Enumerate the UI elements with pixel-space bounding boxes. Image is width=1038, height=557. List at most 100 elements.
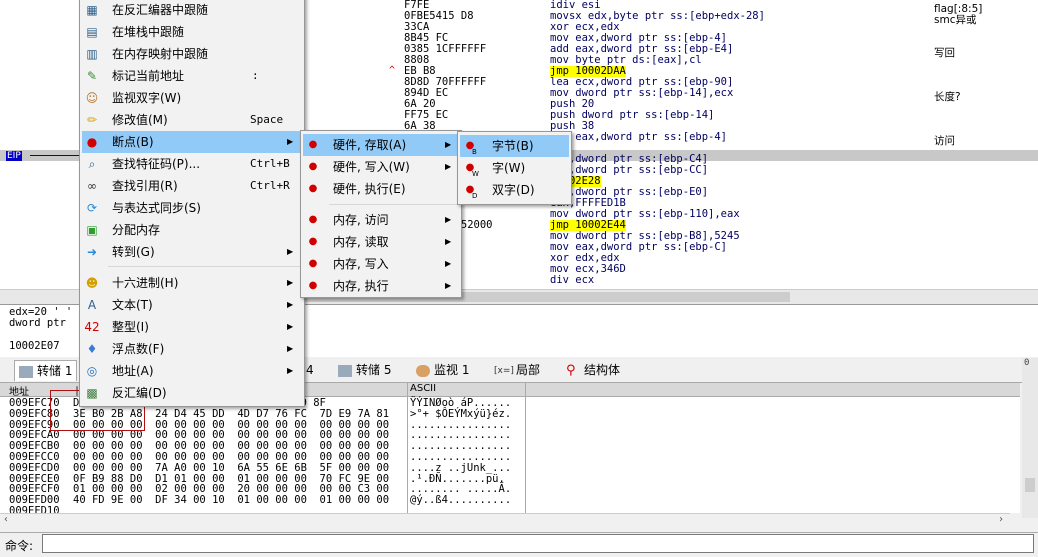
text-icon: A bbox=[87, 298, 97, 312]
submenu2-item-0[interactable]: ● B 字节(B) bbox=[460, 135, 569, 157]
dump-horizontal-scrollbar[interactable]: ‹ › bbox=[0, 513, 1010, 528]
breakpoint-size-icon: D bbox=[472, 192, 478, 200]
submenu-item-1[interactable]: ● 硬件, 写入(W) ▶ bbox=[303, 156, 459, 178]
tab-watch-1[interactable]: 监视 1 bbox=[412, 360, 473, 380]
menu-item-3[interactable]: ✎ 标记当前地址: bbox=[82, 65, 302, 87]
menu-item-11[interactable]: ➜ 转到(G) ▶ bbox=[82, 241, 302, 263]
submenu-item-label: 硬件, 存取(A) bbox=[333, 138, 407, 152]
menu-item-9[interactable]: ⟳ 与表达式同步(S) bbox=[82, 197, 302, 219]
alloc-icon: ▣ bbox=[86, 223, 98, 237]
comment-cell: smc异或 bbox=[934, 14, 977, 26]
menu-shortcut: : bbox=[252, 69, 259, 82]
instruction-line[interactable]: mov eax,dword ptr ss:[ebp-4] bbox=[550, 132, 727, 143]
tab-struct[interactable]: ⚲ 结构体 bbox=[562, 360, 624, 380]
submenu2-item-1[interactable]: ● W 字(W) bbox=[460, 157, 569, 179]
scroll-left-icon[interactable]: ‹ bbox=[3, 514, 9, 525]
eip-label: EIP bbox=[6, 151, 22, 161]
dump-icon bbox=[19, 365, 33, 378]
locals-icon: [x=] bbox=[494, 365, 514, 376]
breakpoint-icon: ● bbox=[308, 258, 318, 269]
menu-item-label: 反汇编(D) bbox=[112, 386, 167, 400]
menu-item-7[interactable]: ⌕ 查找特征码(P)... Ctrl+B bbox=[82, 153, 302, 175]
menu-item-6[interactable]: ● 断点(B) ▶ bbox=[82, 131, 302, 153]
hw-access-submenu: ● B 字节(B) ● W 字(W) ● D 双字(D) bbox=[457, 131, 572, 205]
menu-item-label: 查找特征码(P)... bbox=[112, 157, 201, 171]
scroll-right-icon[interactable]: › bbox=[998, 514, 1004, 525]
watch-icon: ☺ bbox=[85, 91, 99, 105]
hex-icon: ☻ bbox=[85, 276, 99, 290]
tab-dump-1[interactable]: 转储 1 bbox=[14, 360, 78, 381]
breakpoint-submenu: ● 硬件, 存取(A) ▶ ● 硬件, 写入(W) ▶ ● 硬件, 执行(E) ● 内存, 访问 ▶… bbox=[300, 130, 462, 298]
menu-item-label: 文本(T) bbox=[112, 298, 153, 312]
menu-shortcut: Ctrl+R bbox=[250, 179, 290, 192]
menu-item-label: 地址(A) bbox=[112, 364, 154, 378]
scroll-thumb[interactable] bbox=[1025, 478, 1035, 492]
menu-item-4[interactable]: ☺ 监视双字(W) bbox=[82, 87, 302, 109]
menu-shortcut: Space bbox=[250, 113, 284, 126]
menu-item-8[interactable]: ∞ 查找引用(R) Ctrl+R bbox=[82, 175, 302, 197]
tab-locals[interactable]: [x=] 局部 bbox=[490, 360, 544, 380]
menu-item-label: 浮点数(F) bbox=[112, 342, 165, 356]
submenu2-item-label: 字节(B) bbox=[492, 139, 534, 153]
command-input[interactable] bbox=[42, 534, 1034, 553]
scroll-up-icon[interactable]: 0 bbox=[1024, 358, 1029, 368]
menu-item-1[interactable]: ▤ 在堆栈中跟随 bbox=[82, 21, 302, 43]
menu-item-13[interactable]: A 文本(T) ▶ bbox=[82, 294, 302, 316]
address-icon: ◎ bbox=[86, 364, 98, 378]
integer-icon: 42 bbox=[84, 320, 100, 334]
menu-item-label: 在内存映射中跟随 bbox=[112, 47, 209, 61]
pencil-icon: ✏ bbox=[86, 113, 98, 127]
col-address: 地址 bbox=[9, 387, 29, 398]
disasm-follow-icon: ▦ bbox=[86, 3, 98, 17]
chevron-right-icon: ▶ bbox=[445, 237, 452, 246]
submenu-item-3[interactable]: ● 内存, 访问 ▶ bbox=[303, 209, 459, 231]
tab-label: 结构体 bbox=[584, 363, 621, 377]
menu-item-10[interactable]: ▣ 分配内存 bbox=[82, 219, 302, 241]
chevron-right-icon: ▶ bbox=[445, 215, 452, 224]
tab-dump-5[interactable]: 转储 5 bbox=[334, 360, 395, 380]
chevron-right-icon: ▶ bbox=[287, 247, 294, 256]
tab-label: 转储 5 bbox=[356, 363, 392, 377]
dump-hex[interactable]: 40 FD 9E 00 DF 34 00 10 01 00 00 00 01 0… bbox=[73, 495, 389, 506]
chevron-right-icon: ▶ bbox=[287, 344, 294, 353]
breakpoint-icon: ● bbox=[308, 183, 318, 194]
menu-item-label: 转到(G) bbox=[112, 245, 155, 259]
chevron-right-icon: ▶ bbox=[287, 278, 294, 287]
chevron-right-icon: ▶ bbox=[445, 259, 452, 268]
chevron-right-icon: ▶ bbox=[287, 322, 294, 331]
submenu-item-0[interactable]: ● 硬件, 存取(A) ▶ bbox=[303, 134, 459, 156]
float-icon: ♦ bbox=[86, 342, 98, 356]
menu-item-12[interactable]: ☻ 十六进制(H) ▶ bbox=[82, 272, 302, 294]
menu-shortcut: Ctrl+B bbox=[250, 157, 290, 170]
submenu2-item-label: 双字(D) bbox=[492, 183, 535, 197]
menu-item-0[interactable]: ▦ 在反汇编器中跟随 bbox=[82, 0, 302, 21]
menu-item-label: 标记当前地址 bbox=[112, 69, 185, 83]
struct-icon: ⚲ bbox=[566, 362, 576, 378]
submenu-item-4[interactable]: ● 内存, 读取 ▶ bbox=[303, 231, 459, 253]
menu-item-label: 十六进制(H) bbox=[112, 276, 179, 290]
breakpoint-icon: ● bbox=[308, 280, 318, 291]
submenu-item-label: 硬件, 执行(E) bbox=[333, 182, 406, 196]
submenu-item-6[interactable]: ● 内存, 执行 ▶ bbox=[303, 275, 459, 297]
menu-item-label: 查找引用(R) bbox=[112, 179, 178, 193]
find-pattern-icon: ⌕ bbox=[88, 157, 96, 171]
dump-ascii: @ý..ß4.......... bbox=[410, 494, 512, 507]
submenu-item-5[interactable]: ● 内存, 写入 ▶ bbox=[303, 253, 459, 275]
tab-label: 监视 1 bbox=[434, 363, 470, 377]
menu-item-15[interactable]: ♦ 浮点数(F) ▶ bbox=[82, 338, 302, 360]
menu-item-5[interactable]: ✏ 修改值(M) Space bbox=[82, 109, 302, 131]
submenu2-item-2[interactable]: ● D 双字(D) bbox=[460, 179, 569, 201]
menu-item-14[interactable]: 42 整型(I) ▶ bbox=[82, 316, 302, 338]
submenu-item-2[interactable]: ● 硬件, 执行(E) bbox=[303, 178, 459, 200]
menu-item-label: 断点(B) bbox=[112, 135, 154, 149]
comment-cell: 访问 bbox=[934, 135, 955, 147]
dump-vertical-scrollbar[interactable]: 0 bbox=[1022, 358, 1038, 518]
menu-item-16[interactable]: ◎ 地址(A) ▶ bbox=[82, 360, 302, 382]
tab-label: 转储 1 bbox=[37, 364, 73, 378]
menu-item-17[interactable]: ▩ 反汇编(D) bbox=[82, 382, 302, 404]
menu-item-label: 整型(I) bbox=[112, 320, 149, 334]
dump-divider bbox=[407, 383, 408, 513]
breakpoint-icon: ● bbox=[308, 139, 318, 150]
instruction-line[interactable]: div ecx bbox=[550, 275, 594, 286]
menu-item-2[interactable]: ▥ 在内存映射中跟随 bbox=[82, 43, 302, 65]
